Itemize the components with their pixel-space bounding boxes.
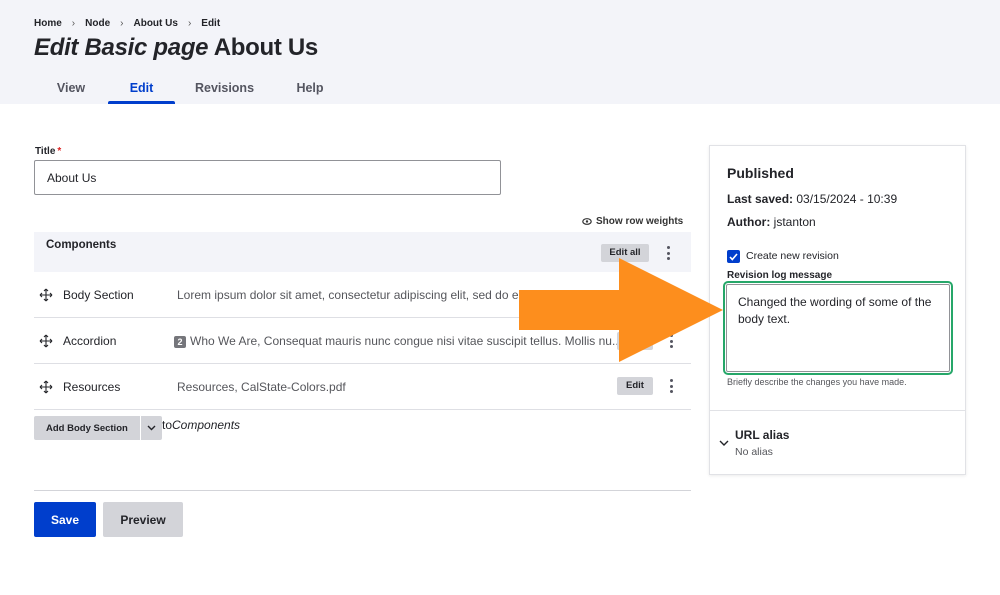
actions-divider [34,490,691,491]
add-to-target: Components [172,418,241,432]
component-summary-text: Who We Are, Consequat mauris nunc congue… [190,334,622,348]
author-value: jstanton [770,215,816,229]
revision-log-label: Revision log message [727,270,833,281]
page-header: Home › Node › About Us › Edit Edit Basic… [0,0,1000,104]
author: Author: jstanton [727,215,816,229]
save-button[interactable]: Save [34,502,96,537]
tab-view[interactable]: View [34,72,108,104]
url-alias-summary[interactable]: URL alias [735,428,789,442]
add-options-toggle[interactable] [139,416,162,440]
edit-button[interactable]: Edit [617,332,653,350]
create-revision-label[interactable]: Create new revision [746,250,839,262]
breadcrumb: Home › Node › About Us › Edit [34,18,220,29]
sidebar-divider [710,410,965,411]
component-row: Body Section Lorem ipsum dolor sit amet,… [34,272,691,318]
chevron-down-icon[interactable] [718,438,730,448]
components-more-icon[interactable] [662,244,674,262]
show-row-weights-button[interactable]: Show row weights [582,216,683,227]
last-saved: Last saved: 03/15/2024 - 10:39 [727,192,897,206]
row-more-icon[interactable] [665,332,677,350]
chevron-down-icon [147,425,156,431]
breadcrumb-node[interactable]: Node [85,18,110,29]
tab-edit[interactable]: Edit [108,72,175,104]
edit-all-button[interactable]: Edit all [601,244,649,262]
breadcrumb-edit[interactable]: Edit [201,18,220,29]
add-to-text: toComponents [162,418,240,432]
component-summary: Lorem ipsum dolor sit amet, consectetur … [177,288,558,302]
component-name: Body Section [63,288,134,302]
breadcrumb-separator: › [187,18,192,29]
last-saved-value: 03/15/2024 - 10:39 [793,192,898,206]
tab-revisions[interactable]: Revisions [175,72,274,104]
components-header: Components Edit all [34,232,691,272]
author-label: Author: [727,215,771,229]
checkmark-icon [729,252,738,261]
breadcrumb-about-us[interactable]: About Us [133,18,177,29]
revision-log-textarea[interactable] [723,281,953,375]
components-label: Components [46,239,117,251]
drag-handle-icon[interactable] [39,380,53,394]
last-saved-label: Last saved: [727,192,794,206]
row-more-icon[interactable] [665,377,677,395]
url-alias-value: No alias [735,446,773,458]
revision-log-help: Briefly describe the changes you have ma… [727,377,907,387]
component-row: Accordion 2 Who We Are, Consequat mauris … [34,318,691,364]
title-input[interactable] [34,160,501,195]
add-to-prefix: to [162,418,173,432]
publish-status: Published [727,165,794,181]
add-component-split-button: Add Body Section [34,416,162,440]
preview-button[interactable]: Preview [103,502,183,537]
edit-button[interactable]: Edit [617,377,653,395]
component-summary: Resources, CalState-Colors.pdf [177,380,346,394]
breadcrumb-home[interactable]: Home [34,18,62,29]
tab-help[interactable]: Help [274,72,346,104]
item-count-badge: 2 [174,336,186,348]
eye-icon [582,218,592,225]
create-revision-checkbox[interactable] [727,250,740,263]
component-row: Resources Resources, CalState-Colors.pdf… [34,364,691,410]
component-name: Resources [63,380,121,394]
page-title-prefix: Edit Basic page [34,34,209,61]
show-row-weights-label: Show row weights [596,216,684,227]
add-body-section-button[interactable]: Add Body Section [34,416,140,440]
title-label: Title * [35,146,61,157]
breadcrumb-separator: › [71,18,76,29]
meta-sidebar: Published Last saved: 03/15/2024 - 10:39… [709,145,966,475]
primary-tabs: View Edit Revisions Help [34,72,346,104]
component-name: Accordion [63,334,117,348]
drag-handle-icon[interactable] [39,288,53,302]
drag-handle-icon[interactable] [39,334,53,348]
page-title: Edit Basic page About Us [34,34,318,62]
component-summary: 2 Who We Are, Consequat mauris nunc congu… [174,334,622,348]
title-label-text: Title [35,146,56,157]
breadcrumb-separator: › [120,18,124,29]
required-marker: * [57,146,62,157]
page-title-node: About Us [208,34,319,61]
